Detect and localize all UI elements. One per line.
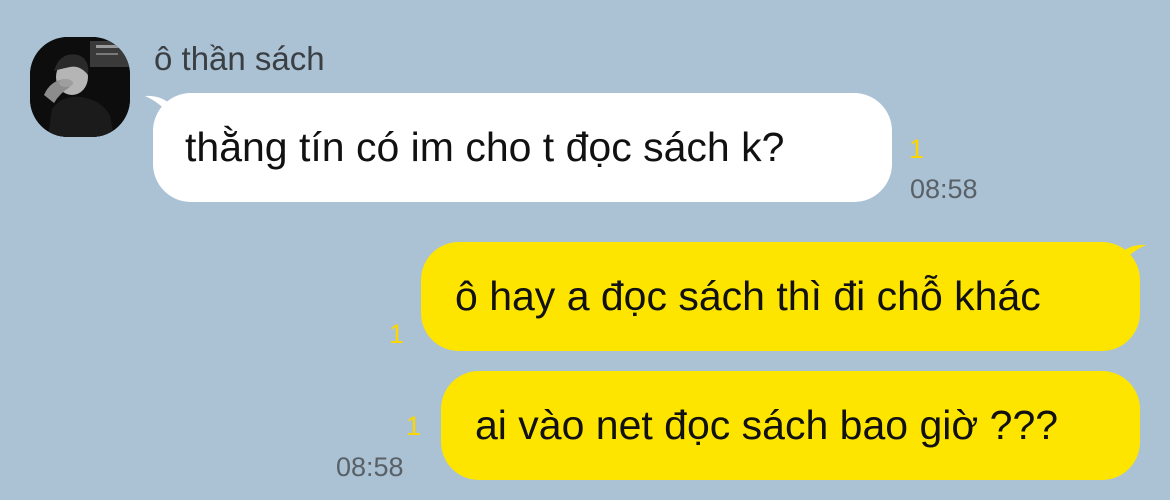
avatar[interactable] <box>30 37 130 137</box>
message-timestamp: 08:58 <box>910 174 978 204</box>
message-text: ô hay a đọc sách thì đi chỗ khác <box>455 273 1041 319</box>
avatar-image <box>30 37 130 137</box>
message-text: ai vào net đọc sách bao giờ ??? <box>475 402 1059 448</box>
outgoing-message-bubble[interactable]: ai vào net đọc sách bao giờ ??? <box>441 371 1140 480</box>
sender-name: ô thần sách <box>154 40 325 77</box>
unread-count: 1 <box>406 411 422 441</box>
message-text: thằng tín có im cho t đọc sách k? <box>185 124 785 170</box>
unread-count: 1 <box>909 134 925 164</box>
outgoing-message-bubble[interactable]: ô hay a đọc sách thì đi chỗ khác <box>421 242 1140 351</box>
incoming-message-bubble[interactable]: thằng tín có im cho t đọc sách k? <box>153 93 892 202</box>
message-timestamp: 08:58 <box>336 452 404 482</box>
unread-count: 1 <box>389 319 405 349</box>
